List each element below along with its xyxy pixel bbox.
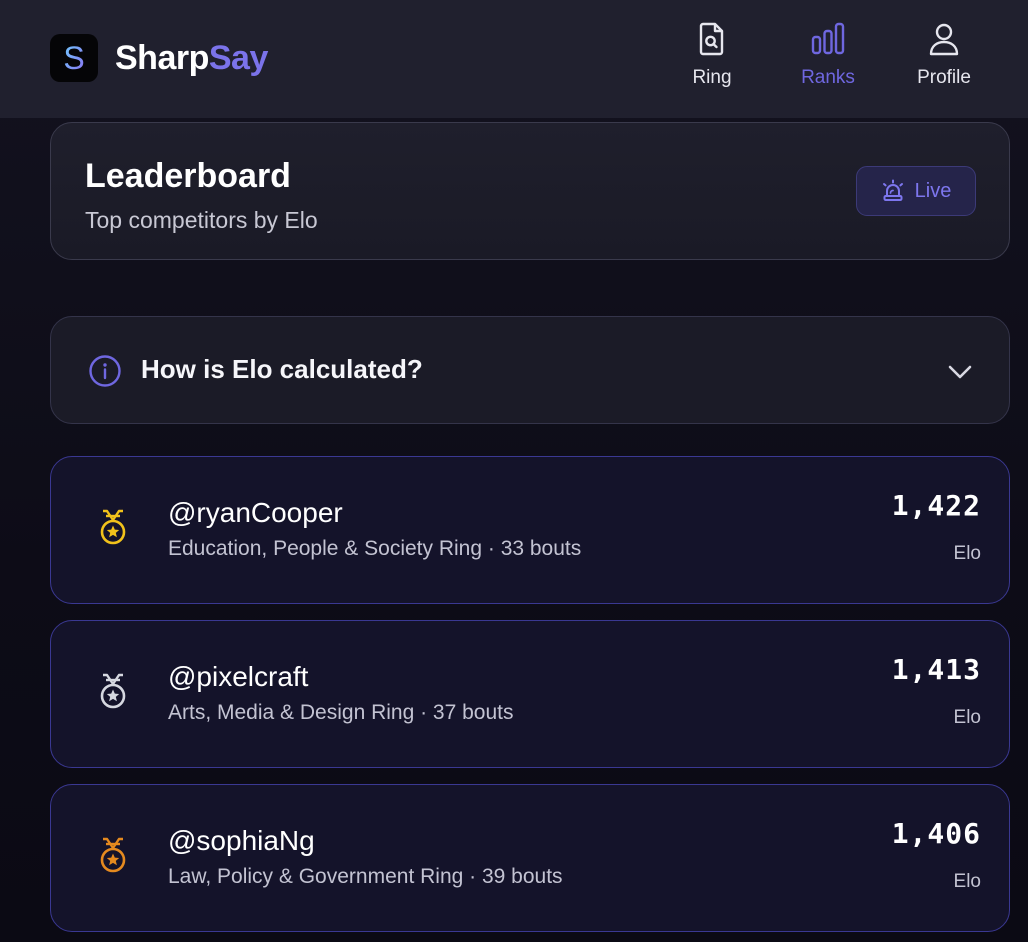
ranking-handle: @ryanCooper xyxy=(168,497,343,528)
nav-label-ring: Ring xyxy=(692,67,732,88)
brand-name-part2: Say xyxy=(208,38,269,77)
ranking-handle: @pixelcraft xyxy=(168,661,309,692)
ranking-row[interactable]: @sophiaNg Law, Policy & Government Ring … xyxy=(50,784,1010,932)
leaderboard-card: Leaderboard Top competitors by Elo Live xyxy=(50,122,1010,260)
nav-label-profile: Profile xyxy=(917,67,971,88)
silver-medal-icon xyxy=(100,673,126,709)
brand[interactable]: S SharpSay xyxy=(50,34,268,82)
ranking-handle: @sophiaNg xyxy=(168,825,315,856)
user-icon xyxy=(929,23,959,56)
gold-medal-icon xyxy=(100,509,126,545)
nav-item-profile[interactable]: Profile xyxy=(894,20,994,100)
brand-logo: S xyxy=(50,34,98,82)
document-search-icon xyxy=(699,22,724,56)
ranking-elo: 1,406 xyxy=(891,817,981,850)
app-header: S SharpSay Ring Ranks Profile xyxy=(0,0,1028,118)
ranking-meta: Education, People & Society Ring · 33 bo… xyxy=(168,537,582,560)
nav-item-ranks[interactable]: Ranks xyxy=(778,20,878,100)
bronze-medal-icon xyxy=(100,837,126,873)
ranking-elo-unit: Elo xyxy=(953,871,981,892)
bar-chart-icon xyxy=(811,22,845,55)
brand-logo-letter: S xyxy=(63,40,84,76)
live-button[interactable]: Live xyxy=(856,166,976,216)
page-title: Leaderboard xyxy=(85,157,291,195)
ranking-meta: Arts, Media & Design Ring · 37 bouts xyxy=(168,701,514,724)
ranking-elo: 1,422 xyxy=(891,489,981,522)
ranking-row[interactable]: @pixelcraft Arts, Media & Design Ring · … xyxy=(50,620,1010,768)
ranking-elo: 1,413 xyxy=(891,653,981,686)
ranking-meta: Law, Policy & Government Ring · 39 bouts xyxy=(168,865,563,888)
brand-name-part1: Sharp xyxy=(115,38,209,77)
brand-name: SharpSay xyxy=(115,39,268,78)
info-icon xyxy=(89,355,121,387)
ranking-elo-unit: Elo xyxy=(953,707,981,728)
live-label: Live xyxy=(914,179,952,202)
siren-icon xyxy=(882,179,903,201)
faq-question: How is Elo calculated? xyxy=(141,354,423,384)
chevron-down-icon xyxy=(948,365,972,379)
elo-faq-accordion[interactable]: How is Elo calculated? xyxy=(50,316,1010,424)
ranking-row[interactable]: @ryanCooper Education, People & Society … xyxy=(50,456,1010,604)
nav-item-ring[interactable]: Ring xyxy=(662,20,762,100)
nav-label-ranks: Ranks xyxy=(801,67,855,88)
page-subtitle: Top competitors by Elo xyxy=(85,207,318,233)
ranking-elo-unit: Elo xyxy=(953,543,981,564)
